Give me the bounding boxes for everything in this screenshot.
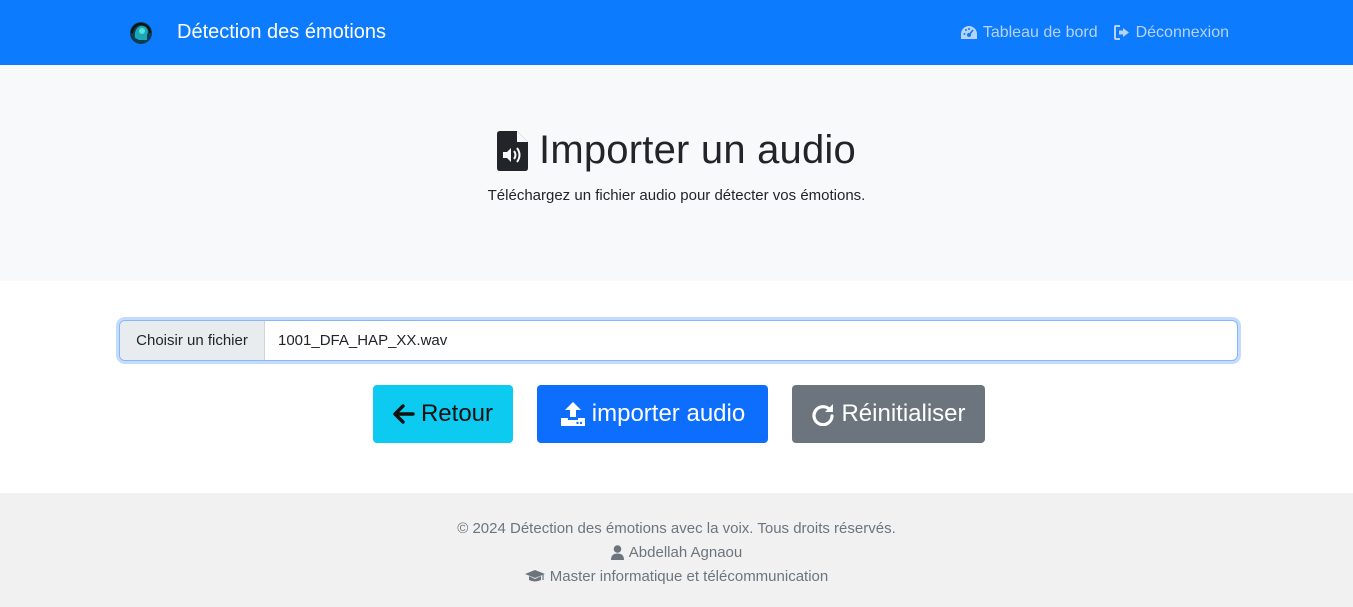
hero-title-row: Importer un audio bbox=[497, 128, 856, 173]
back-button-label: Retour bbox=[420, 400, 494, 427]
brain-head-logo-icon bbox=[128, 20, 154, 46]
page-title: Importer un audio bbox=[539, 128, 856, 172]
nav-link-logout-label: Déconnexion bbox=[1135, 23, 1229, 41]
nav-link-dashboard[interactable]: Tableau de bord bbox=[960, 24, 1098, 42]
reset-button-label: Réinitialiser bbox=[841, 400, 966, 427]
action-buttons: Retour importer audio Réinitialiser bbox=[0, 385, 1353, 443]
nav-link-dashboard-label: Tableau de bord bbox=[982, 23, 1098, 41]
nav-links: Tableau de bord Déconnexion bbox=[944, 0, 1229, 65]
import-audio-button[interactable]: importer audio bbox=[537, 385, 768, 443]
hero: Importer un audio Téléchargez un fichier… bbox=[0, 65, 1353, 281]
user-icon bbox=[610, 544, 624, 560]
file-input[interactable]: Choisir un fichier 1001_DFA_HAP_XX.wav bbox=[119, 320, 1238, 361]
redo-icon bbox=[812, 404, 835, 426]
upload-section: Choisir un fichier 1001_DFA_HAP_XX.wav R… bbox=[0, 281, 1353, 493]
footer: © 2024 Détection des émotions avec la vo… bbox=[0, 493, 1353, 607]
selected-file-name: 1001_DFA_HAP_XX.wav bbox=[278, 332, 448, 349]
footer-program-row: Master informatique et télécommunication bbox=[524, 564, 829, 588]
graduation-cap-icon bbox=[524, 570, 545, 582]
import-audio-button-label: importer audio bbox=[591, 400, 746, 427]
upload-icon bbox=[560, 402, 585, 426]
page-subtitle: Téléchargez un fichier audio pour détect… bbox=[487, 187, 866, 204]
reset-button[interactable]: Réinitialiser bbox=[792, 385, 985, 443]
brand-title: Détection des émotions bbox=[177, 21, 387, 43]
dashboard-icon bbox=[960, 25, 977, 39]
brand[interactable]: Détection des émotions bbox=[128, 0, 386, 65]
footer-copyright: © 2024 Détection des émotions avec la vo… bbox=[457, 519, 896, 537]
footer-program: Master informatique et télécommunication bbox=[549, 567, 829, 585]
file-audio-icon bbox=[497, 130, 529, 171]
nav-link-logout[interactable]: Déconnexion bbox=[1113, 23, 1229, 42]
footer-author: Abdellah Agnaou bbox=[628, 543, 743, 561]
choose-file-button[interactable]: Choisir un fichier bbox=[120, 321, 265, 360]
arrow-left-icon bbox=[393, 404, 415, 424]
back-button[interactable]: Retour bbox=[373, 385, 513, 443]
sign-out-icon bbox=[1113, 25, 1129, 40]
navbar: Détection des émotions Tableau de bord D… bbox=[0, 0, 1353, 65]
footer-author-row: Abdellah Agnaou bbox=[610, 540, 743, 564]
